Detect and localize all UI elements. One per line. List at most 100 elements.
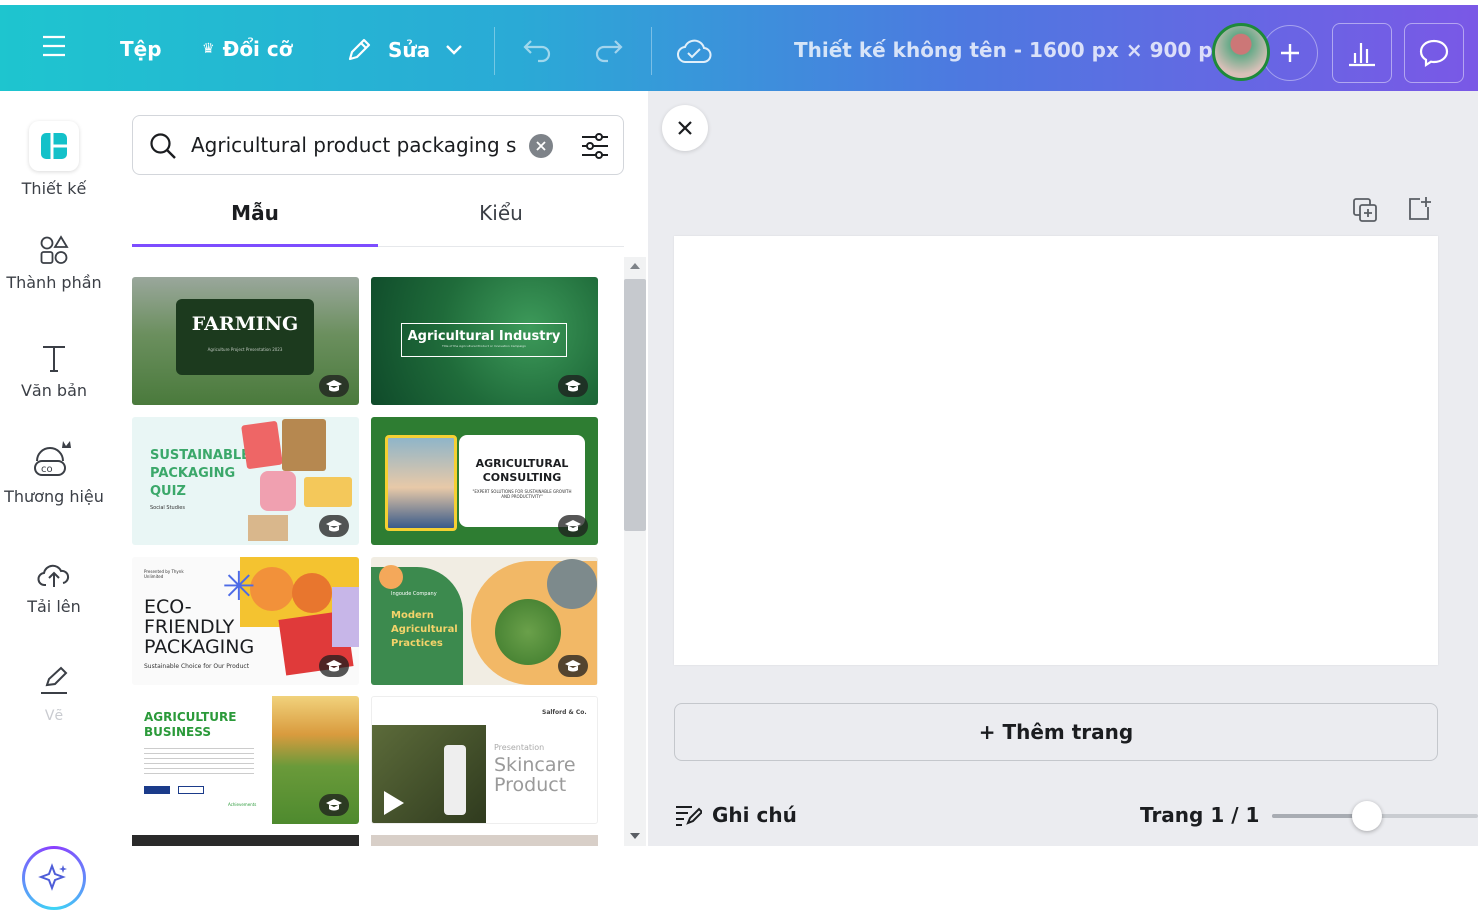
rail-label: Thiết kế <box>21 179 87 198</box>
pro-badge <box>319 515 349 537</box>
template-subtitle: Ingoude Company <box>391 591 437 597</box>
graduation-cap-icon <box>565 660 581 672</box>
design-icon <box>29 121 79 171</box>
rail-label: Thành phần <box>6 273 102 292</box>
comments-button[interactable] <box>1404 23 1464 83</box>
add-page-icon-button[interactable] <box>1406 195 1432 225</box>
graduation-cap-icon <box>326 520 342 532</box>
brand-icon: co <box>34 441 71 476</box>
rail-label: Vẽ <box>44 708 64 724</box>
template-card[interactable]: Ingoude Company Modern Agricultural Prac… <box>371 557 598 685</box>
avatar[interactable] <box>1212 23 1270 81</box>
scrollbar[interactable] <box>624 257 646 846</box>
graduation-cap-icon <box>326 660 342 672</box>
rail-item-elements[interactable]: Thành phần <box>0 235 108 292</box>
template-subtitle: Achievements <box>228 802 257 807</box>
undo-button[interactable] <box>522 37 554 63</box>
template-card[interactable]: Presented by Thynk Unlimited ECO-FRIENDL… <box>132 557 359 685</box>
pro-badge <box>558 515 588 537</box>
search-box[interactable]: Agricultural product packaging s <box>132 115 624 175</box>
resize-button[interactable]: ♛ Đổi cỡ <box>202 37 292 61</box>
scrollbar-thumb[interactable] <box>624 279 646 531</box>
pro-badge <box>558 375 588 397</box>
pro-badge <box>558 655 588 677</box>
undo-icon <box>523 40 551 63</box>
template-title: AGRICULTURE BUSINESS <box>144 710 237 739</box>
graduation-cap-icon <box>326 380 342 392</box>
rail-label: Tải lên <box>27 597 81 616</box>
scroll-up-icon[interactable] <box>630 263 640 269</box>
graduation-cap-icon <box>326 799 342 811</box>
template-card[interactable]: Salford & Co. Presentation Skincare Prod… <box>371 696 598 824</box>
template-card[interactable]: FARMING Agriculture Project Presentation… <box>132 277 359 405</box>
rail-item-design[interactable]: Thiết kế <box>0 121 108 198</box>
tab-styles[interactable]: Kiểu <box>378 201 624 225</box>
sparkle-icon <box>38 863 67 891</box>
template-card[interactable]: AGRICULTURE BUSINESS Achievements <box>132 696 359 824</box>
rail-label: Thương hiệu <box>4 487 104 506</box>
redo-button[interactable] <box>592 37 624 63</box>
rail-label: Văn bản <box>20 381 88 400</box>
notes-button[interactable]: Ghi chú <box>674 803 797 827</box>
cloud-upload-icon <box>37 564 70 587</box>
rail-item-uploads[interactable]: Tải lên <box>0 559 108 616</box>
redo-icon <box>595 40 623 63</box>
search-input[interactable]: Agricultural product packaging s <box>191 133 517 157</box>
top-bar: Tệp ♛ Đổi cỡ Sửa Thiết kế không tên - 16… <box>0 0 1478 91</box>
bar-chart-icon <box>1349 43 1375 67</box>
template-title: Modern Agricultural Practices <box>391 610 458 649</box>
duplicate-icon <box>1353 198 1377 222</box>
cloud-check-icon <box>677 39 712 63</box>
insights-button[interactable] <box>1332 23 1392 83</box>
resize-label: Đổi cỡ <box>222 37 293 61</box>
magic-button[interactable] <box>22 846 86 910</box>
edit-menu[interactable]: Sửa <box>344 35 464 65</box>
file-menu[interactable]: Tệp <box>120 37 162 61</box>
template-title: Skincare Product <box>494 754 576 796</box>
scroll-down-icon[interactable] <box>630 833 640 839</box>
design-page[interactable] <box>674 236 1438 665</box>
template-grid: FARMING Agriculture Project Presentation… <box>132 277 602 846</box>
page-indicator[interactable]: Trang 1 / 1 <box>1140 803 1259 827</box>
filter-button[interactable] <box>579 130 611 166</box>
graduation-cap-icon <box>565 380 581 392</box>
pro-badge <box>319 794 349 816</box>
clear-search-button[interactable] <box>529 134 553 158</box>
design-title[interactable]: Thiết kế không tên - 1600 px × 900 px <box>794 38 1226 62</box>
close-panel-button[interactable] <box>662 105 708 151</box>
notes-label: Ghi chú <box>712 803 797 827</box>
template-title: Agricultural Industry <box>407 329 561 344</box>
svg-text:co: co <box>41 464 53 475</box>
add-collaborator-button[interactable] <box>1262 25 1318 81</box>
zoom-slider-handle[interactable] <box>1352 801 1382 831</box>
add-page-button[interactable]: + Thêm trang <box>674 703 1438 761</box>
template-subtitle: Agriculture Project Presentation 2023 <box>207 347 283 352</box>
comment-icon <box>1419 39 1449 68</box>
duplicate-page-button[interactable] <box>1352 197 1378 227</box>
template-card[interactable]: SUSTAINABLE PACKAGING QUIZ Social Studie… <box>132 417 359 545</box>
shapes-icon <box>40 235 69 264</box>
rail-item-brand[interactable]: co Thương hiệu <box>0 439 108 506</box>
add-page-icon <box>1409 197 1431 220</box>
crown-icon: ♛ <box>202 41 215 57</box>
cloud-save-button[interactable] <box>676 37 712 65</box>
rail-item-text[interactable]: Văn bản <box>0 343 108 400</box>
close-icon <box>678 121 692 135</box>
divider <box>494 27 495 75</box>
search-icon <box>150 133 176 159</box>
template-subtitle: Social Studies <box>150 505 185 511</box>
close-icon <box>536 141 546 151</box>
divider <box>651 27 652 75</box>
template-card[interactable] <box>132 835 359 846</box>
pencil-icon <box>348 38 371 61</box>
tab-templates[interactable]: Mẫu <box>132 201 378 247</box>
menu-icon[interactable] <box>42 35 66 57</box>
template-card[interactable]: Agricultural Industry Title of the Agric… <box>371 277 598 405</box>
rail-item-draw[interactable]: Vẽ <box>0 665 108 724</box>
template-title: AGRICULTURAL CONSULTING <box>475 457 569 484</box>
template-subtitle: Sustainable Choice for Our Product <box>144 663 250 670</box>
templates-panel: Agricultural product packaging s Mẫu Kiể… <box>108 91 648 846</box>
template-card[interactable] <box>371 835 598 846</box>
template-card[interactable]: AGRICULTURAL CONSULTING "EXPERT SOLUTION… <box>371 417 598 545</box>
template-title: FARMING <box>191 313 299 335</box>
